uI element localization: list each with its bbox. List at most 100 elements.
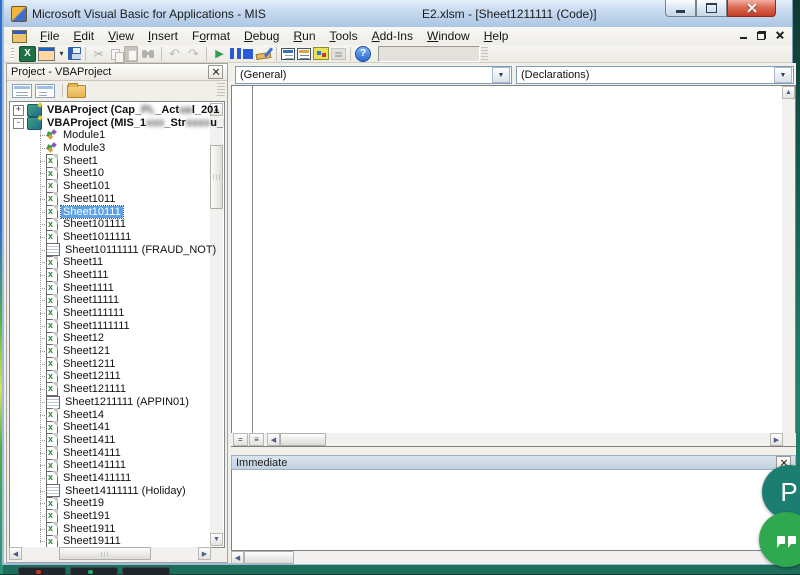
toolbox-icon[interactable] (331, 48, 346, 60)
break-icon[interactable] (230, 48, 241, 59)
tree-item[interactable]: Sheet14111111 (Holiday) (10, 485, 210, 498)
menu-debug[interactable]: Debug (237, 27, 286, 45)
full-module-view-button[interactable]: ≡ (249, 433, 264, 446)
procedure-dropdown[interactable]: (Declarations) ▼ (516, 66, 794, 84)
tree-item[interactable]: Sheet1211 (10, 358, 210, 371)
menu-tools[interactable]: Tools (323, 27, 365, 45)
menu-help[interactable]: Help (477, 27, 516, 45)
insert-userform-icon[interactable] (38, 47, 55, 61)
toolbar-grip[interactable] (11, 48, 14, 60)
menu-format[interactable]: Format (185, 27, 237, 45)
tree-item[interactable]: Sheet19111 (10, 535, 210, 548)
tree-expand-toggle[interactable]: - (13, 118, 24, 129)
dropdown-arrow-icon[interactable]: ▼ (492, 67, 510, 83)
procedure-view-button[interactable]: = (233, 433, 248, 446)
view-code-button[interactable] (12, 84, 32, 98)
scroll-down-button[interactable]: ▼ (210, 533, 223, 546)
child-window-icon[interactable] (12, 30, 27, 43)
scroll-right-button[interactable]: ▶ (770, 433, 783, 446)
toggle-folders-button[interactable] (67, 85, 86, 98)
tree-item[interactable]: Sheet111111 (10, 307, 210, 320)
object-dropdown[interactable]: (General) ▼ (235, 66, 512, 84)
scroll-right-button[interactable]: ▶ (198, 547, 211, 560)
code-horizontal-scrollbar[interactable]: = ≡ ◀ ▶ (231, 433, 796, 446)
insert-caret-icon[interactable] (57, 46, 66, 62)
window-splitter[interactable] (230, 447, 796, 455)
properties-window-icon[interactable] (297, 48, 311, 60)
project-explorer-icon[interactable] (281, 48, 295, 60)
menu-file[interactable]: File (33, 27, 66, 45)
tree-item[interactable]: Sheet101111 (10, 218, 210, 231)
tree-item[interactable]: Sheet10 (10, 167, 210, 180)
mdi-close-button[interactable] (773, 29, 786, 41)
tree-item[interactable]: Sheet14 (10, 409, 210, 422)
close-button[interactable] (727, 0, 776, 17)
menu-window[interactable]: Window (420, 27, 477, 45)
tree-item[interactable]: Sheet11111 (10, 294, 210, 307)
tree-item[interactable]: Sheet14111 (10, 447, 210, 460)
tree-item[interactable]: Sheet19 (10, 497, 210, 510)
scroll-left-button[interactable]: ◀ (231, 551, 244, 564)
tree-item[interactable]: Sheet1 (10, 155, 210, 168)
find-icon[interactable] (140, 46, 157, 62)
tree-item[interactable]: Sheet191 (10, 510, 210, 523)
project-panel-close-button[interactable] (208, 65, 223, 79)
menu-view[interactable]: View (101, 27, 141, 45)
tree-item[interactable]: Sheet12111 (10, 370, 210, 383)
help-icon[interactable] (355, 46, 371, 62)
tree-item[interactable]: Sheet141 (10, 421, 210, 434)
tree-item[interactable]: Sheet10111111 (FRAUD_NOT) (10, 244, 210, 257)
scrollbar-thumb[interactable] (210, 145, 223, 209)
tree-item[interactable]: Module3 (10, 142, 210, 155)
design-mode-icon[interactable] (255, 46, 272, 62)
reset-icon[interactable] (243, 49, 253, 59)
tree-item[interactable]: Sheet111 (10, 269, 210, 282)
tree-expand-toggle[interactable]: + (13, 105, 24, 116)
tree-item[interactable]: Sheet141111 (10, 459, 210, 472)
tree-item[interactable]: Sheet1011 (10, 193, 210, 206)
view-object-button[interactable] (35, 84, 55, 98)
scroll-left-button[interactable]: ◀ (9, 547, 22, 560)
object-browser-icon[interactable] (313, 47, 329, 60)
immediate-horizontal-scrollbar[interactable]: ◀ ▶ (231, 551, 796, 564)
tree-item[interactable]: Sheet1111 (10, 282, 210, 295)
redo-icon[interactable] (185, 46, 202, 62)
tree-item[interactable]: Sheet121111 (10, 383, 210, 396)
panel-options-grip[interactable] (217, 83, 225, 97)
tree-item[interactable]: Sheet121 (10, 345, 210, 358)
mdi-minimize-button[interactable] (737, 29, 750, 41)
tree-item[interactable]: Sheet1411 (10, 434, 210, 447)
mdi-restore-button[interactable] (755, 29, 768, 41)
menu-addins[interactable]: Add-Ins (365, 27, 420, 45)
menu-edit[interactable]: Edit (66, 27, 101, 45)
menu-run[interactable]: Run (286, 27, 322, 45)
tree-item[interactable]: Sheet1411111 (10, 472, 210, 485)
copy-icon[interactable] (109, 47, 122, 60)
save-icon[interactable] (68, 47, 81, 60)
tree-vertical-scrollbar[interactable]: ▲ ▼ (210, 103, 223, 546)
tree-item[interactable]: Sheet10111 (10, 206, 210, 219)
code-editor[interactable]: ▲ ▼ (231, 85, 796, 447)
scroll-up-button[interactable]: ▲ (782, 86, 795, 99)
tree-horizontal-scrollbar[interactable]: ◀ ▶ (9, 547, 211, 560)
dropdown-arrow-icon[interactable]: ▼ (774, 67, 792, 83)
scrollbar-thumb[interactable] (244, 551, 294, 564)
run-icon[interactable] (211, 46, 228, 62)
menu-insert[interactable]: Insert (141, 27, 185, 45)
undo-icon[interactable] (166, 46, 183, 62)
scrollbar-thumb[interactable] (59, 547, 151, 560)
tree-item[interactable]: Sheet1911 (10, 523, 210, 536)
view-excel-icon[interactable] (19, 46, 36, 62)
code-vertical-scrollbar[interactable]: ▲ ▼ (782, 86, 795, 446)
scroll-left-button[interactable]: ◀ (267, 433, 280, 446)
tree-item[interactable]: Sheet1011111 (10, 231, 210, 244)
immediate-window[interactable] (231, 470, 796, 551)
tree-item[interactable]: Sheet101 (10, 180, 210, 193)
tree-item[interactable]: Module1 (10, 129, 210, 142)
minimize-button[interactable] (665, 0, 696, 17)
tree-item[interactable]: Sheet11 (10, 256, 210, 269)
toolbar-options-nub[interactable] (481, 47, 488, 61)
tree-item[interactable]: Sheet12 (10, 332, 210, 345)
cut-icon[interactable] (90, 46, 107, 62)
tree-item[interactable]: - VBAProject (MIS_1xxx_Strxxxxu_M (10, 117, 210, 130)
